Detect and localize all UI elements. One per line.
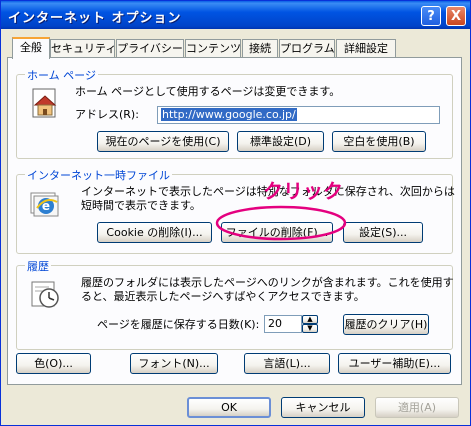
tab-content[interactable]: コンテンツ	[185, 39, 241, 57]
history-description-1: 履歴のフォルダには表示したページへのリンクが含まれます。これを使用す	[81, 276, 454, 289]
history-group-title: 履歴	[25, 258, 51, 274]
delete-cookies-button[interactable]: Cookie の削除(I)...	[97, 222, 212, 243]
click-annotation-text: クリック	[263, 179, 343, 203]
accessibility-button[interactable]: ユーザー補助(E)...	[338, 353, 451, 374]
history-days-up-arrow[interactable]: ▲	[302, 315, 318, 324]
use-default-button[interactable]: 標準設定(D)	[237, 131, 324, 152]
temp-files-group-title: インターネット一時ファイル	[25, 167, 172, 183]
history-days-input[interactable]: 20	[264, 315, 302, 333]
address-label: アドレス(R):	[75, 108, 139, 121]
cancel-button[interactable]: キャンセル	[281, 397, 365, 418]
window-title: インターネット オプション	[8, 11, 182, 26]
tab-connections[interactable]: 接続	[242, 39, 278, 57]
home-page-description: ホーム ページとして使用するページは変更できます。	[75, 85, 341, 98]
clear-history-button[interactable]: 履歴のクリア(H)	[343, 314, 429, 335]
tab-general[interactable]: 全般	[12, 37, 50, 59]
history-group: 履歴 履歴のフォルダには表示したページへのリンクが含まれます。これを使用す ると…	[16, 258, 454, 350]
internet-options-window: インターネット オプション ? X 全般 セキュリティ プライバシー コンテンツ…	[0, 0, 471, 426]
history-days-label: ページを履歴に保存する日数(K):	[97, 318, 260, 331]
fonts-button[interactable]: フォント(N)...	[130, 353, 218, 374]
temp-files-description-2: 短時間で表示できます。	[81, 199, 201, 212]
home-address-value: http://www.google.co.jp/	[161, 108, 297, 121]
tab-security[interactable]: セキュリティ	[50, 39, 116, 57]
tab-advanced[interactable]: 詳細設定	[336, 39, 396, 57]
home-page-group: ホーム ページ ホーム ページとして使用するページは変更できます。 アドレス(R…	[16, 67, 453, 159]
history-description-2: ると、最近表示したページへすばやくアクセスできます。	[81, 290, 365, 303]
title-bar[interactable]: インターネット オプション ? X	[1, 1, 470, 29]
apply-button[interactable]: 適用(A)	[375, 397, 459, 418]
home-address-input[interactable]: http://www.google.co.jp/	[157, 106, 440, 124]
colors-button[interactable]: 色(O)...	[16, 353, 91, 374]
temp-settings-button[interactable]: 設定(S)...	[343, 222, 423, 243]
home-page-icon	[32, 88, 57, 118]
ok-button[interactable]: OK	[187, 397, 271, 418]
ie-icon: e	[30, 192, 59, 217]
tab-privacy[interactable]: プライバシー	[116, 39, 184, 57]
languages-button[interactable]: 言語(L)...	[244, 353, 330, 374]
click-annotation-circle	[215, 205, 347, 241]
history-days-down-arrow[interactable]: ▼	[302, 324, 318, 333]
history-icon	[31, 281, 59, 308]
home-page-group-title: ホーム ページ	[25, 67, 98, 83]
use-blank-button[interactable]: 空白を使用(B)	[332, 131, 426, 152]
tab-programs[interactable]: プログラム	[279, 39, 335, 57]
close-button[interactable]: X	[446, 6, 466, 26]
history-days-value: 20	[268, 317, 282, 330]
use-current-button[interactable]: 現在のページを使用(C)	[97, 131, 229, 152]
help-button[interactable]: ?	[421, 6, 441, 26]
